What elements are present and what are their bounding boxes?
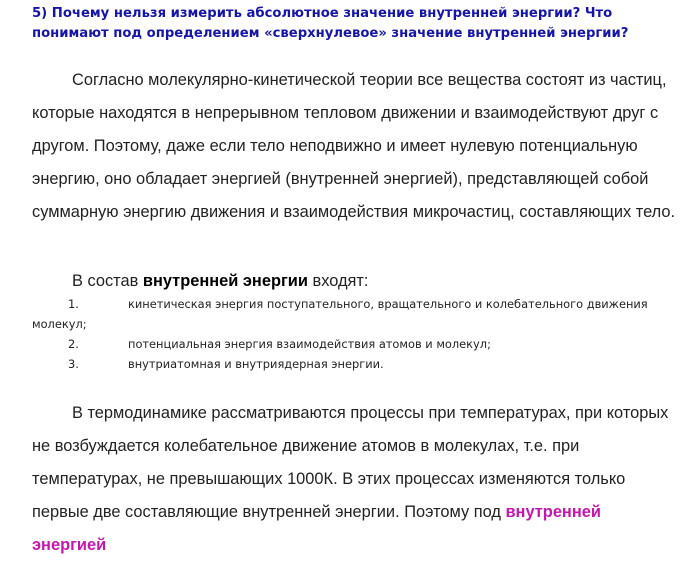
list-item-text: потенциальная энергия взаимодействия ато… <box>128 337 491 351</box>
list-item-text: внутриатомная и внутриядерная энергии. <box>128 357 384 371</box>
paragraph-molecular-theory: Согласно молекулярно-кинетической теории… <box>32 64 676 229</box>
energy-components-list: 1. кинетическая энергия поступательного,… <box>32 294 680 374</box>
composition-suffix: входят: <box>307 272 369 290</box>
question-heading: 5) Почему нельзя измерить абсолютное зна… <box>32 6 629 41</box>
list-item: 1. кинетическая энергия поступательного,… <box>32 294 680 334</box>
list-item-text: кинетическая энергия поступательного, вр… <box>128 297 648 311</box>
list-item-number: 2. <box>68 337 79 351</box>
list-item-number: 1. <box>68 297 79 311</box>
list-item-number: 3. <box>68 357 79 371</box>
composition-prefix: В состав <box>72 272 143 290</box>
composition-intro: В состав внутренней энергии входят: <box>32 267 672 295</box>
paragraph-thermodynamics: В термодинамике рассматриваются процессы… <box>32 397 676 562</box>
highlight-internal-energy: внутренней энергии <box>142 272 308 290</box>
list-item-continuation: молекул; <box>32 317 87 331</box>
list-item: 2. потенциальная энергия взаимодействия … <box>32 334 680 354</box>
list-item: 3. внутриатомная и внутриядерная энергии… <box>32 354 680 374</box>
paragraph-molecular-theory-text: Согласно молекулярно-кинетической теории… <box>32 71 676 221</box>
document-page: 5) Почему нельзя измерить абсолютное зна… <box>0 0 683 554</box>
